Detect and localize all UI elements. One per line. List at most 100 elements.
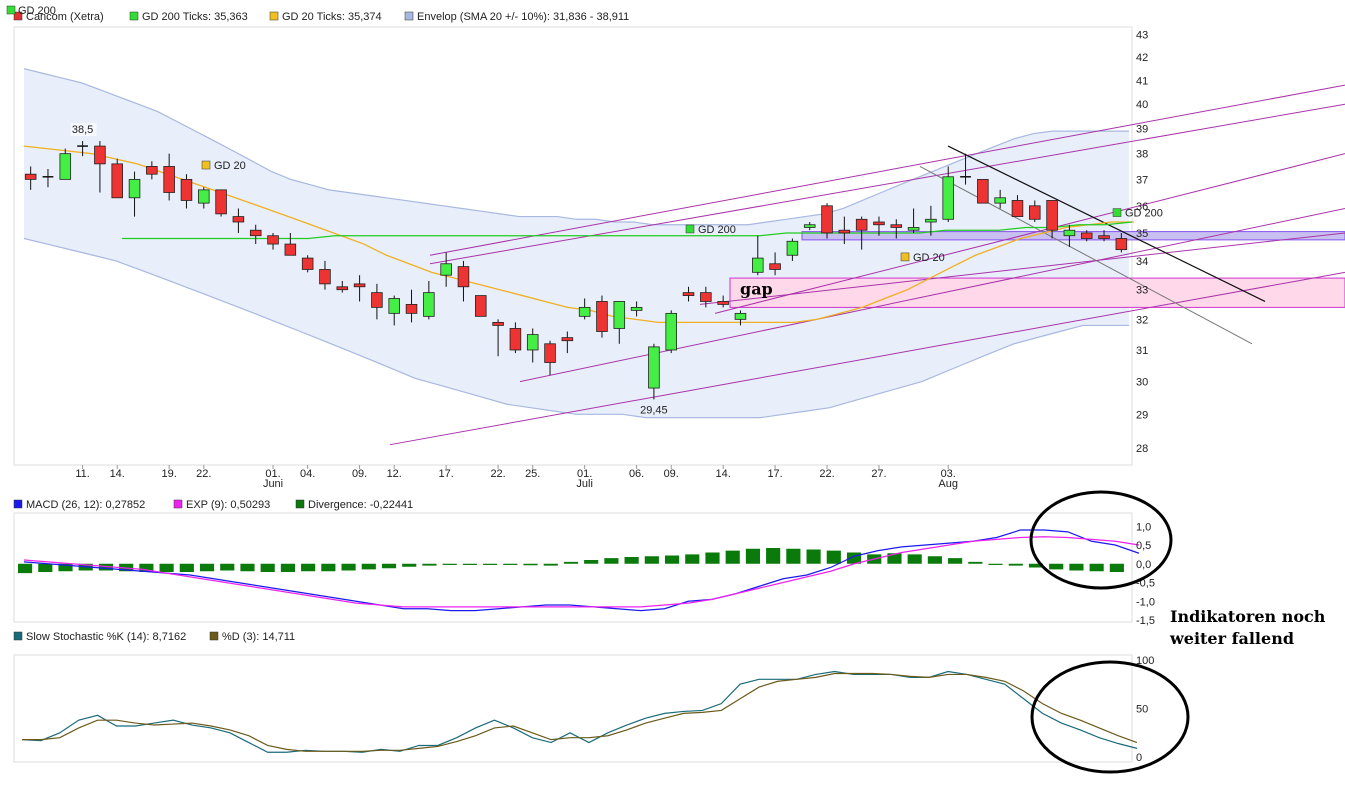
ma-marker-label: GD 20 xyxy=(913,252,945,264)
candle-body xyxy=(249,229,262,237)
divergence-bar xyxy=(644,556,659,564)
divergence-bar xyxy=(199,563,215,572)
x-axis-tick: 22. xyxy=(819,468,834,480)
divergence-bar xyxy=(523,563,538,566)
divergence-bar xyxy=(624,557,639,564)
candle-body xyxy=(717,301,729,305)
legend-macd-label: MACD (26, 12): 0,27852 xyxy=(26,499,145,511)
divergence-bar xyxy=(280,563,295,572)
candle-body xyxy=(700,292,712,302)
candle-body xyxy=(180,178,193,201)
candle-body xyxy=(907,227,920,231)
stoch-axis-tick: 0 xyxy=(1136,752,1142,764)
candle-body xyxy=(284,243,297,256)
candle-body xyxy=(336,286,349,291)
candle-body xyxy=(1046,200,1058,231)
x-axis-tick: 12. xyxy=(387,468,402,480)
divergence-bar xyxy=(907,554,922,564)
x-axis-tick: 19. xyxy=(162,468,177,480)
candle-body xyxy=(613,301,626,329)
candle-body xyxy=(665,312,677,351)
candle-body xyxy=(821,205,833,234)
annotation-circle-stoch xyxy=(1030,660,1190,774)
candle-body xyxy=(942,176,954,220)
candle-body xyxy=(301,257,314,270)
macd-axis-tick: -1,5 xyxy=(1136,615,1155,627)
divergence-bar xyxy=(1089,563,1104,572)
candle-body xyxy=(371,292,383,308)
divergence-bar xyxy=(462,563,477,565)
divergence-bar xyxy=(725,550,740,564)
candle-body xyxy=(198,189,210,204)
divergence-bar xyxy=(422,563,437,566)
candle-body xyxy=(1115,238,1128,251)
legend-overlap-label: GD 200 xyxy=(18,5,56,17)
x-axis-month: Aug xyxy=(938,478,958,490)
candle-body xyxy=(890,224,903,228)
candle-body xyxy=(128,178,141,199)
macd-axis-tick: -1,0 xyxy=(1136,596,1155,608)
legend-macd-swatch xyxy=(13,499,23,509)
divergence-bar xyxy=(968,561,983,564)
price-axis-tick: 42 xyxy=(1136,52,1148,64)
price-axis-tick: 30 xyxy=(1136,377,1148,389)
divergence-bar xyxy=(664,555,680,564)
ma-marker-swatch xyxy=(201,160,211,170)
divergence-bar xyxy=(321,563,336,572)
divergence-bar xyxy=(503,563,518,565)
candle-body xyxy=(596,301,608,332)
divergence-bar xyxy=(341,563,356,571)
divergence-bar xyxy=(361,563,376,570)
panel-frame xyxy=(13,654,1133,763)
candle-body xyxy=(855,218,868,231)
divergence-bar xyxy=(685,554,700,564)
price-axis-tick: 32 xyxy=(1136,314,1148,326)
price-axis-tick: 41 xyxy=(1136,75,1148,87)
x-axis-tick: 14. xyxy=(716,468,731,480)
ma-marker-swatch xyxy=(1112,208,1122,217)
candle-body xyxy=(405,304,418,314)
legend-macd-label: EXP (9): 0,50293 xyxy=(186,499,270,511)
candle-body xyxy=(648,346,660,389)
price-axis-tick: 28 xyxy=(1136,443,1148,455)
divergence-bar xyxy=(159,563,174,572)
candle-body xyxy=(388,298,400,314)
divergence-bar xyxy=(745,548,761,564)
divergence-bar xyxy=(948,558,963,564)
candle-body xyxy=(977,178,989,204)
candle-body xyxy=(423,292,435,317)
price-axis-tick: 36 xyxy=(1136,201,1148,213)
x-axis-tick: 22. xyxy=(490,468,505,480)
divergence-bar xyxy=(604,558,619,564)
macd-axis-tick: 1,0 xyxy=(1136,521,1151,533)
candle-body xyxy=(544,343,556,363)
price-axis-tick: 37 xyxy=(1136,174,1148,186)
candle-body xyxy=(873,221,885,226)
low-price-label: 29,45 xyxy=(640,404,668,416)
divergence-bar xyxy=(584,560,599,564)
legend-price-swatch xyxy=(404,11,414,21)
candle-body xyxy=(1080,232,1093,239)
candle-body xyxy=(492,321,504,326)
candle-body xyxy=(630,306,643,311)
x-axis-tick: 09. xyxy=(664,468,679,480)
ma-marker-swatch xyxy=(685,224,695,234)
legend-macd-swatch xyxy=(295,499,305,509)
divergence-bar xyxy=(260,563,275,572)
legend-price-swatch xyxy=(129,11,139,21)
divergence-bar xyxy=(18,563,33,574)
legend-price-swatch xyxy=(269,11,279,21)
candle-body xyxy=(215,189,227,215)
x-axis-tick: 25. xyxy=(525,468,540,480)
legend-overlap-swatch xyxy=(6,5,16,15)
candle-body xyxy=(94,145,106,165)
candle-body xyxy=(59,153,72,180)
divergence-bar xyxy=(543,563,558,566)
candle-body xyxy=(440,263,452,276)
candle-body xyxy=(994,197,1006,204)
candle-body xyxy=(752,257,764,273)
candle-body xyxy=(1063,229,1076,237)
price-axis-tick: 40 xyxy=(1136,99,1148,111)
divergence-bar xyxy=(806,549,821,564)
divergence-bar xyxy=(483,563,498,565)
